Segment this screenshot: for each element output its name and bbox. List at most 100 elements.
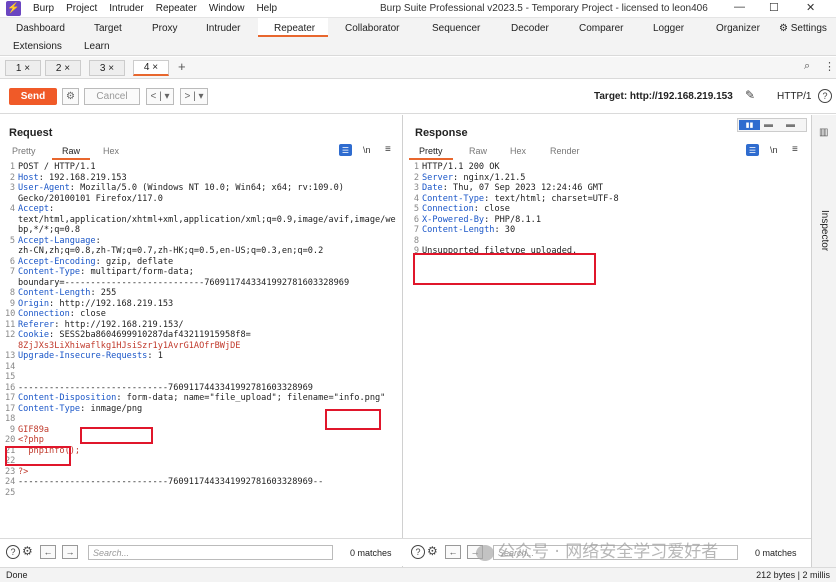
request-line: Accept: bbox=[18, 204, 54, 215]
cancel-button[interactable]: Cancel bbox=[84, 88, 140, 105]
tab-settings[interactable]: ⚙ Settings bbox=[779, 23, 827, 34]
request-line-number: 23 bbox=[5, 466, 16, 477]
request-tab-raw[interactable]: Raw bbox=[52, 146, 91, 160]
response-tab-render[interactable]: Render bbox=[550, 146, 580, 156]
http-version[interactable]: HTTP/1 bbox=[777, 91, 811, 102]
response-tab-pretty[interactable]: Pretty bbox=[409, 146, 453, 160]
request-header-name: Origin bbox=[18, 298, 50, 309]
tab-repeater[interactable]: Repeater bbox=[274, 23, 315, 34]
request-prev-match-icon[interactable]: ← bbox=[40, 545, 56, 559]
request-line-number: 2 bbox=[9, 172, 15, 183]
more-icon[interactable]: ⋮ bbox=[824, 60, 835, 73]
settings-gear-icon[interactable]: ⚙ bbox=[62, 88, 79, 105]
request-line-text: : bbox=[95, 235, 101, 246]
tab-intruder[interactable]: Intruder bbox=[206, 23, 240, 34]
layout-split-icon[interactable]: ▮▮ bbox=[739, 120, 760, 130]
request-line-number: 20 bbox=[5, 435, 16, 445]
target-label: Target: http://192.168.219.153 bbox=[594, 91, 733, 102]
search-icon[interactable]: ⌕ bbox=[804, 60, 810, 73]
request-next-match-icon[interactable]: → bbox=[62, 545, 78, 559]
send-button[interactable]: Send bbox=[9, 88, 57, 105]
help-icon[interactable]: ? bbox=[818, 89, 832, 103]
request-search-settings-icon[interactable]: ⚙ bbox=[22, 544, 33, 558]
response-search-settings-icon[interactable]: ⚙ bbox=[427, 544, 438, 558]
repeater-subtabs: 1 × 2 × 3 × 4 × + ⌕ ⋮ bbox=[0, 57, 836, 79]
request-line-text: : multipart/form-data; bbox=[80, 267, 194, 277]
wechat-icon bbox=[476, 544, 494, 561]
tab-sequencer[interactable]: Sequencer bbox=[432, 23, 480, 34]
tab-decoder[interactable]: Decoder bbox=[511, 23, 549, 34]
maximize-icon[interactable]: ☐ bbox=[769, 1, 779, 14]
request-header-name: Upgrade-Insecure-Requests bbox=[18, 351, 148, 361]
response-menu-icon[interactable]: ≡ bbox=[792, 144, 798, 155]
back-nav-icon[interactable]: < | ▾ bbox=[146, 88, 174, 105]
inspector-toggle-icon[interactable]: ▥ bbox=[819, 127, 828, 138]
menu-burp[interactable]: Burp bbox=[33, 3, 54, 14]
forward-nav-icon[interactable]: > | ▾ bbox=[180, 88, 208, 105]
add-tab-button[interactable]: + bbox=[178, 59, 186, 74]
response-header-name: Date bbox=[422, 183, 443, 193]
tab-logger[interactable]: Logger bbox=[653, 23, 684, 34]
highlight-gif-header bbox=[5, 446, 71, 466]
tab-organizer[interactable]: Organizer bbox=[716, 23, 760, 34]
response-format-icon[interactable]: ☰ bbox=[746, 144, 759, 156]
inspector-sidebar[interactable]: ▥ Inspector bbox=[811, 115, 836, 567]
layout-toggle[interactable]: ▮▮ ▬ ▬ bbox=[737, 118, 807, 132]
edit-pencil-icon[interactable]: ✎ bbox=[745, 88, 755, 102]
response-line: Content-Length: 30 bbox=[422, 225, 515, 236]
request-line-number: 15 bbox=[5, 372, 16, 382]
request-tab-hex[interactable]: Hex bbox=[103, 146, 119, 156]
tab-collaborator[interactable]: Collaborator bbox=[345, 23, 399, 34]
response-line-number: 3 bbox=[413, 183, 419, 193]
menu-repeater[interactable]: Repeater bbox=[156, 3, 197, 14]
response-newline-toggle[interactable]: \n bbox=[770, 145, 778, 155]
minimize-icon[interactable]: — bbox=[734, 1, 745, 13]
request-line-number: 16 bbox=[5, 382, 16, 393]
subtab-4[interactable]: 4 × bbox=[133, 60, 169, 76]
response-tab-raw[interactable]: Raw bbox=[469, 146, 487, 156]
menu-intruder[interactable]: Intruder bbox=[109, 3, 143, 14]
subtab-2[interactable]: 2 × bbox=[45, 60, 81, 76]
tab-comparer[interactable]: Comparer bbox=[579, 23, 623, 34]
request-line-number: 1 bbox=[9, 162, 15, 172]
request-line: Content-Type: multipart/form-data; bbox=[18, 267, 194, 278]
response-prev-match-icon[interactable]: ← bbox=[445, 545, 461, 559]
request-line-text: <?php bbox=[18, 435, 44, 445]
layout-single-icon[interactable]: ▬ bbox=[786, 119, 795, 129]
response-line: HTTP/1.1 200 OK bbox=[422, 162, 500, 173]
request-line-text: bp,*/*;q=0.8 bbox=[18, 225, 81, 235]
layout-horizontal-icon[interactable]: ▬ bbox=[764, 119, 773, 129]
response-header-name: Server bbox=[422, 172, 454, 183]
request-menu-icon[interactable]: ≡ bbox=[385, 144, 391, 155]
watermark: 公众号 · 网络安全学习爱好者 bbox=[476, 537, 718, 562]
tab-proxy[interactable]: Proxy bbox=[152, 23, 178, 34]
subtab-3[interactable]: 3 × bbox=[89, 60, 125, 76]
request-search-input[interactable]: Search... bbox=[88, 545, 333, 560]
request-line-number: 6 bbox=[9, 256, 15, 267]
tab-extensions[interactable]: Extensions bbox=[13, 41, 62, 52]
request-line-text: : http://192.168.219.153 bbox=[49, 298, 174, 309]
tab-learn[interactable]: Learn bbox=[84, 41, 110, 52]
request-line: zh-CN,zh;q=0.8,zh-TW;q=0.7,zh-HK;q=0.5,e… bbox=[18, 246, 323, 257]
menu-window[interactable]: Window bbox=[209, 3, 245, 14]
request-line-text: -----------------------------76091174433… bbox=[18, 477, 324, 487]
request-help-icon[interactable]: ? bbox=[6, 545, 20, 559]
subtab-1[interactable]: 1 × bbox=[5, 60, 41, 76]
response-line-text: HTTP/1.1 200 OK bbox=[422, 162, 500, 172]
close-icon[interactable]: ✕ bbox=[806, 1, 815, 14]
menu-project[interactable]: Project bbox=[66, 3, 97, 14]
response-header-name: Content-Length bbox=[422, 225, 495, 235]
menu-help[interactable]: Help bbox=[256, 3, 277, 14]
tab-dashboard[interactable]: Dashboard bbox=[16, 23, 65, 34]
tab-target[interactable]: Target bbox=[94, 23, 122, 34]
request-newline-toggle[interactable]: \n bbox=[363, 145, 371, 155]
response-tab-hex[interactable]: Hex bbox=[510, 146, 526, 156]
response-line-text: : nginx/1.21.5 bbox=[453, 172, 526, 183]
request-line: Gecko/20100101 Firefox/117.0 bbox=[18, 194, 163, 205]
response-help-icon[interactable]: ? bbox=[411, 545, 425, 559]
request-format-icon[interactable]: ☰ bbox=[339, 144, 352, 156]
request-tab-pretty[interactable]: Pretty bbox=[12, 146, 36, 156]
title-bar: ⚡ Burp Project Intruder Repeater Window … bbox=[0, 0, 836, 18]
inspector-label[interactable]: Inspector bbox=[819, 210, 830, 251]
response-line-text: : 30 bbox=[494, 225, 516, 235]
